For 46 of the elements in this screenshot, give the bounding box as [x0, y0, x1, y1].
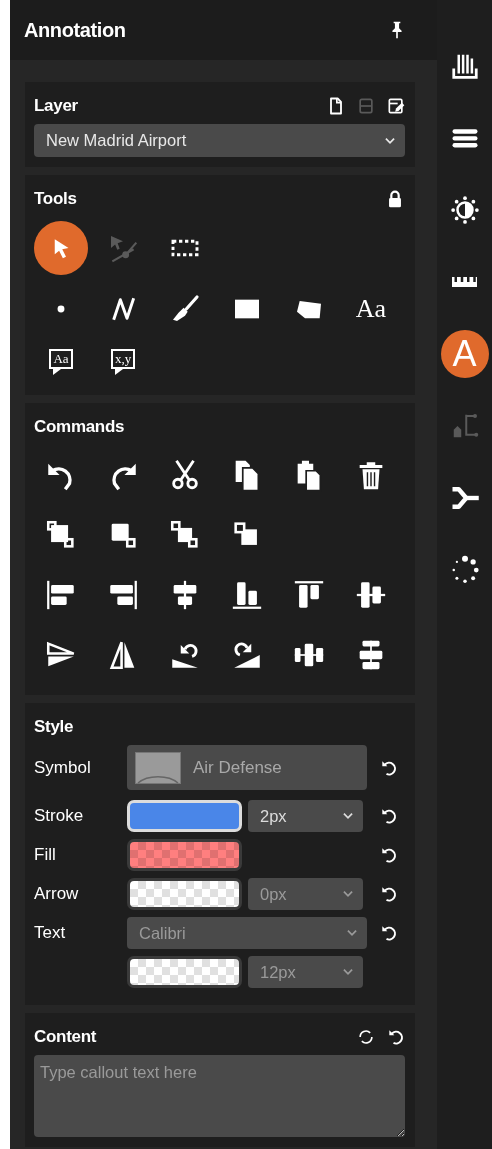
- reset-button[interactable]: [379, 806, 399, 826]
- save-as-button[interactable]: [386, 96, 406, 116]
- reset-icon: [379, 884, 399, 904]
- symbol-preview-icon: [135, 751, 181, 784]
- select-tool-button[interactable]: [34, 221, 88, 275]
- point-tool-button[interactable]: [57, 305, 65, 313]
- callout-text-field[interactable]: Type callout text here: [34, 1055, 405, 1137]
- dot-icon: [57, 305, 65, 313]
- annotation-tab[interactable]: A: [440, 330, 489, 378]
- reset-button[interactable]: [379, 884, 399, 904]
- callout-tool-button[interactable]: x,y: [110, 348, 136, 376]
- reset-icon: [379, 845, 399, 865]
- color-swatch[interactable]: [127, 839, 242, 871]
- brightness-icon: [449, 195, 480, 225]
- circle-arrows-icon: [356, 1027, 376, 1047]
- layer-dropdown[interactable]: New Madrid Airport: [34, 124, 405, 157]
- reset-button[interactable]: [379, 923, 399, 943]
- field-label: Symbol: [34, 757, 92, 778]
- section-title: Commands: [34, 417, 125, 437]
- field-label: Stroke: [34, 806, 85, 826]
- reset-icon: [379, 806, 399, 826]
- save-as-icon: [386, 96, 406, 116]
- field-label: Arrow: [34, 884, 80, 904]
- brightness-tab[interactable]: [449, 195, 480, 225]
- color-swatch[interactable]: [127, 878, 242, 910]
- reset-button[interactable]: [379, 845, 399, 865]
- field-label: Text: [34, 923, 67, 943]
- section-title: Content: [34, 1027, 97, 1047]
- color-swatch[interactable]: [127, 956, 242, 988]
- symbol-name: Air Defense: [193, 757, 282, 778]
- section-title: Tools: [34, 189, 77, 209]
- reset-icon: [379, 923, 399, 943]
- size-dropdown[interactable]: 2px: [248, 800, 363, 832]
- reset-icon: [386, 1027, 406, 1047]
- ruler-icon: [452, 277, 477, 287]
- ruler-tab[interactable]: [452, 277, 477, 287]
- reset-button[interactable]: [386, 1027, 406, 1047]
- section-title: Style: [34, 717, 74, 737]
- text-tool-button[interactable]: Aa: [355, 294, 387, 324]
- symbol-field[interactable]: Air Defense: [127, 745, 367, 790]
- callout-tool-button[interactable]: Aa: [49, 348, 73, 376]
- field-label: Fill: [34, 845, 57, 865]
- section-title: Layer: [34, 96, 78, 116]
- panel-title: Annotation: [24, 18, 126, 42]
- refresh-button[interactable]: [356, 1027, 376, 1047]
- save-icon: [356, 96, 376, 116]
